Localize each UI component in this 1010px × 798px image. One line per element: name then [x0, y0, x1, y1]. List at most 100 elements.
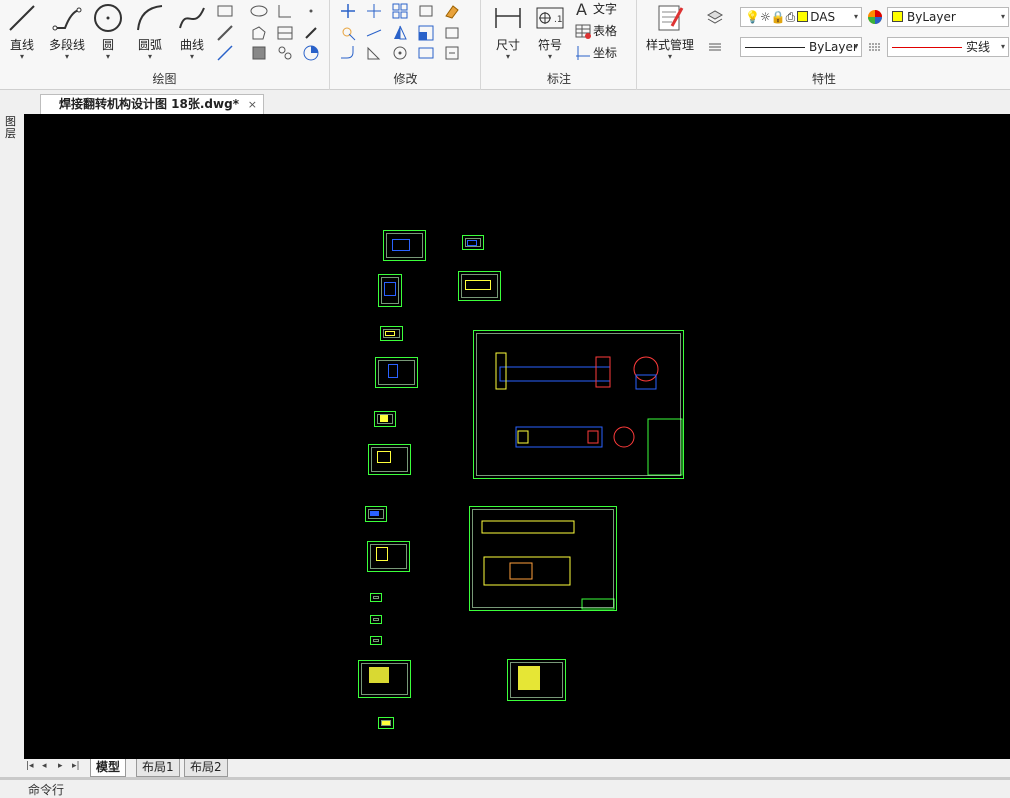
drawing-sheet-detail[interactable]	[507, 659, 566, 701]
layer-manager-tool[interactable]	[706, 8, 724, 26]
prev-tab-icon[interactable]: ◂	[42, 761, 47, 771]
list-tool[interactable]	[706, 38, 724, 56]
table-draw-tool[interactable]	[276, 24, 294, 42]
lineweight-dropdown[interactable]: ByLayer ▾	[740, 37, 862, 57]
drawing-sheet[interactable]	[458, 271, 501, 301]
curve-button[interactable]: 曲线 ▾	[172, 2, 212, 64]
chevron-down-icon: ▾	[189, 52, 194, 61]
color-wheel-tool[interactable]	[866, 8, 884, 26]
arc-button[interactable]: 圆弧 ▾	[130, 2, 170, 64]
command-line[interactable]: 命令行	[0, 777, 1010, 797]
sheet-content	[388, 364, 398, 378]
dimension-label: 尺寸	[495, 38, 520, 52]
move-tool[interactable]	[339, 2, 357, 20]
drawing-sheet[interactable]	[380, 326, 403, 341]
sheet-content	[384, 282, 396, 296]
properties-tool[interactable]	[443, 44, 461, 62]
drawing-sheet[interactable]	[367, 541, 410, 572]
chevron-down-icon: ▾	[547, 52, 552, 61]
drawing-sheet[interactable]	[374, 411, 396, 427]
next-tab-icon[interactable]: ▸	[58, 761, 63, 771]
drawing-sheet-secondary[interactable]	[469, 506, 617, 611]
scale-tool[interactable]	[417, 24, 435, 42]
construction-line-tool[interactable]	[216, 24, 234, 42]
symbol-button[interactable]: .1 符号 ▾	[530, 2, 570, 64]
block-tool[interactable]	[276, 44, 294, 62]
drawing-sheet[interactable]	[383, 230, 426, 261]
first-tab-icon[interactable]: |◂	[26, 761, 34, 771]
table-tool-icon-wrap[interactable]	[574, 22, 592, 40]
draw-panel-title: 绘图	[152, 72, 177, 86]
lightbulb-icon: 💡	[745, 10, 760, 24]
drawing-sheet[interactable]	[462, 235, 484, 250]
tab-model[interactable]: 模型	[90, 759, 127, 777]
erase-tool[interactable]	[443, 2, 461, 20]
table-tool-label[interactable]: 表格	[593, 22, 617, 39]
drawing-canvas[interactable]	[24, 114, 1010, 759]
trim-tool[interactable]	[365, 2, 383, 20]
angle-tool[interactable]	[276, 2, 294, 20]
point-tool[interactable]	[302, 2, 320, 20]
circle-button[interactable]: 圆 ▾	[88, 2, 128, 64]
stretch-tool[interactable]	[443, 24, 461, 42]
fillet-tool[interactable]	[339, 44, 357, 62]
offset-tool[interactable]	[417, 2, 435, 20]
line-button[interactable]: 直线 ▾	[2, 2, 42, 64]
drawing-sheet[interactable]	[368, 444, 411, 475]
drawing-sheet[interactable]	[365, 506, 387, 522]
coordinate-tool-label[interactable]: 坐标	[593, 44, 617, 61]
array-tool[interactable]	[391, 2, 409, 20]
ellipse-tool[interactable]	[250, 2, 268, 20]
coordinate-tool-icon-wrap[interactable]	[574, 44, 592, 62]
copy-tool[interactable]	[339, 24, 357, 42]
mirror-tool[interactable]	[391, 24, 409, 42]
drawing-sheet[interactable]	[378, 717, 394, 729]
ray-tool[interactable]	[302, 24, 320, 42]
drawing-sheet-main[interactable]	[473, 330, 684, 479]
region-tool[interactable]	[250, 24, 268, 42]
linetype-dropdown[interactable]: 实线 ▾	[887, 37, 1009, 57]
group-tool[interactable]	[417, 44, 435, 62]
sheet-content	[380, 415, 388, 422]
rectangle-tool[interactable]	[216, 2, 234, 20]
text-tool-icon-wrap[interactable]: A	[574, 0, 592, 19]
last-tab-icon[interactable]: ▸|	[72, 761, 80, 771]
layer-dropdown[interactable]: 💡☼🔒⎙ DAS ▾	[740, 7, 862, 27]
extend-tool[interactable]	[365, 24, 383, 42]
drawing-sheet[interactable]	[358, 660, 411, 698]
polyline-button[interactable]: 多段线 ▾	[44, 2, 90, 64]
drawing-sheet[interactable]	[370, 593, 382, 602]
text-tool-label[interactable]: 文字	[593, 0, 617, 17]
layer-name: DAS	[810, 10, 836, 24]
group-icon	[418, 47, 434, 59]
drawing-sheet[interactable]	[370, 615, 382, 624]
chevron-down-icon: ▾	[667, 52, 672, 61]
line-ray-tool[interactable]	[216, 44, 234, 62]
coordinate-icon	[576, 46, 590, 60]
close-icon[interactable]: ×	[248, 95, 257, 114]
tab-layout1[interactable]: 布局1	[136, 759, 180, 777]
drawing-sheet[interactable]	[375, 357, 418, 388]
rectangle-icon	[217, 5, 233, 17]
hatch-tool[interactable]	[250, 44, 268, 62]
sheet-content	[369, 667, 389, 683]
assembly-drawing	[495, 352, 683, 476]
dimension-button[interactable]: 尺寸 ▾	[488, 2, 528, 64]
drawing-sheet[interactable]	[370, 636, 382, 645]
circle-label: 圆	[101, 38, 114, 52]
hatch-icon	[252, 46, 266, 60]
chamfer-tool[interactable]	[365, 44, 383, 62]
sheet-content	[518, 666, 540, 690]
tab-layout2[interactable]: 布局2	[184, 759, 228, 777]
color-dropdown[interactable]: ByLayer ▾	[887, 7, 1009, 27]
drawing-sheet[interactable]	[378, 274, 402, 307]
polyline-icon	[52, 7, 82, 31]
rotate-tool[interactable]	[391, 44, 409, 62]
layer-color-swatch	[797, 11, 809, 22]
svg-text:A: A	[576, 0, 587, 18]
left-toolbar-label[interactable]: 图层	[5, 116, 17, 140]
document-tab[interactable]: 焊接翻转机构设计图 18张.dwg* ×	[40, 94, 264, 114]
pie-tool[interactable]	[302, 44, 320, 62]
style-manager-button[interactable]: 样式管理 ▾	[644, 2, 696, 64]
linetype-tool[interactable]	[866, 38, 884, 56]
